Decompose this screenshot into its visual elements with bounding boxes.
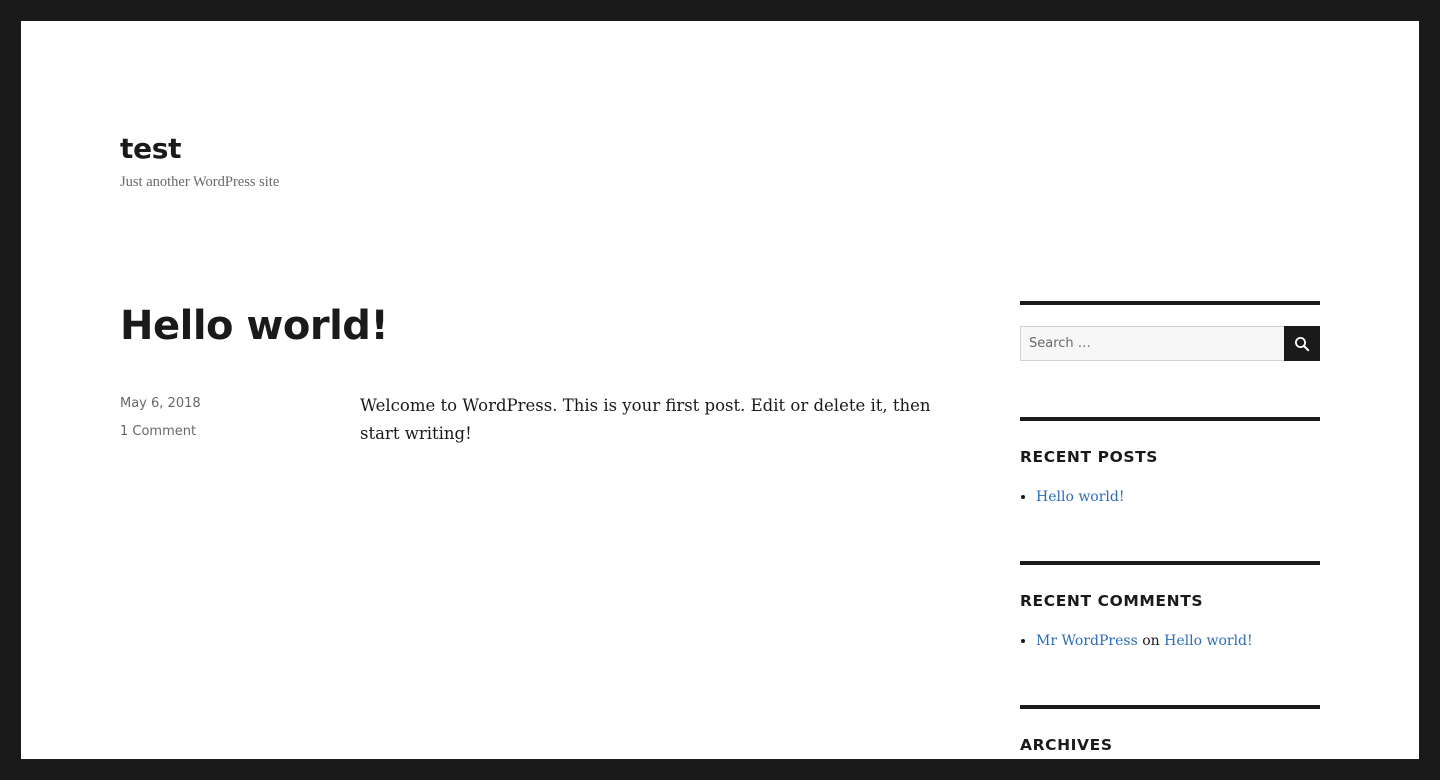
search-input[interactable] — [1020, 326, 1284, 361]
comment-author-link[interactable]: Mr WordPress — [1036, 633, 1138, 649]
recent-post-link[interactable]: Hello world! — [1036, 489, 1125, 505]
recent-comments-list: Mr WordPress on Hello world! — [1020, 631, 1320, 651]
search-widget — [1020, 301, 1320, 361]
search-button[interactable] — [1284, 326, 1320, 361]
recent-posts-list: Hello world! — [1020, 487, 1320, 507]
post-comments-link[interactable]: 1 Comment — [120, 422, 320, 442]
archives-widget: ARCHIVES — [1020, 705, 1320, 757]
search-form — [1020, 326, 1320, 361]
site-description: Just another WordPress site — [120, 174, 280, 190]
site-title[interactable]: test — [120, 131, 182, 167]
post-content: Welcome to WordPress. This is your first… — [360, 396, 931, 443]
list-item: Hello world! — [1036, 487, 1320, 507]
comment-post-link[interactable]: Hello world! — [1164, 633, 1253, 649]
list-item: Mr WordPress on Hello world! — [1036, 631, 1320, 651]
recent-posts-widget: RECENT POSTS Hello world! — [1020, 417, 1320, 507]
comment-connector: on — [1142, 633, 1165, 649]
page: test Just another WordPress site Hello w… — [21, 21, 1419, 759]
post-title[interactable]: Hello world! — [120, 299, 389, 353]
recent-posts-title: RECENT POSTS — [1020, 448, 1159, 466]
recent-comments-title: RECENT COMMENTS — [1020, 592, 1204, 610]
recent-comments-widget: RECENT COMMENTS Mr WordPress on Hello wo… — [1020, 561, 1320, 651]
post-date-link[interactable]: May 6, 2018 — [120, 394, 320, 414]
search-icon — [1295, 336, 1310, 351]
post-meta: May 6, 2018 1 Comment — [120, 394, 320, 442]
archives-title: ARCHIVES — [1020, 736, 1113, 754]
